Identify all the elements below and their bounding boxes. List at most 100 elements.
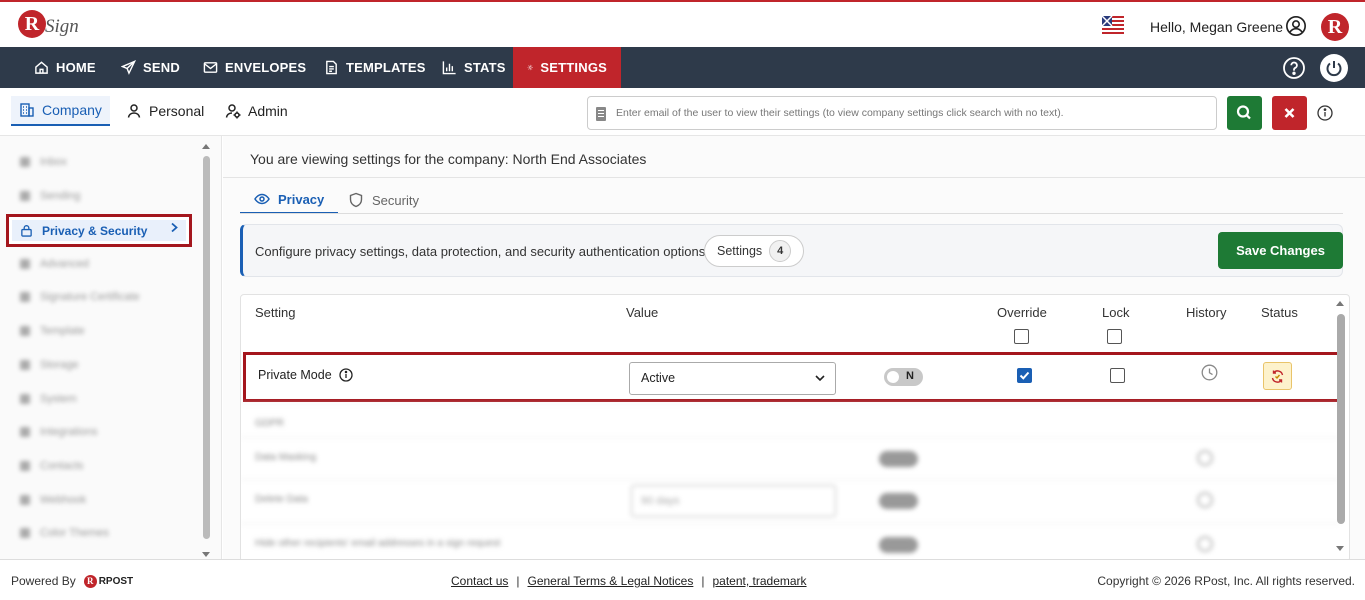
info-banner: Configure privacy settings, data protect… bbox=[240, 224, 1343, 277]
sidebar-scroll-thumb[interactable] bbox=[203, 156, 210, 539]
sidebar-item[interactable]: Template bbox=[20, 321, 85, 341]
document-icon bbox=[596, 107, 606, 121]
sidebar-item-label: Advanced bbox=[40, 258, 89, 270]
override-all-checkbox[interactable] bbox=[1014, 329, 1029, 344]
sidebar-item[interactable]: Storage bbox=[20, 355, 79, 375]
envelope-icon bbox=[203, 62, 218, 73]
help-icon[interactable] bbox=[1282, 56, 1306, 80]
sidebar-item-label: Integrations bbox=[40, 426, 98, 438]
setting-select[interactable]: 90 days bbox=[631, 485, 836, 517]
sidebar-item-label: Inbox bbox=[40, 156, 67, 168]
clock-icon[interactable] bbox=[1197, 536, 1213, 552]
rpost-logo-text: RPOST bbox=[98, 575, 134, 587]
footer: Powered By R RPOST Contact us | General … bbox=[0, 559, 1365, 600]
logo-text: Sign bbox=[45, 16, 79, 37]
sidebar-item[interactable]: Integrations bbox=[20, 422, 97, 442]
info-icon[interactable] bbox=[339, 368, 353, 382]
nav-send[interactable]: SEND bbox=[121, 47, 180, 88]
save-changes-button[interactable]: Save Changes bbox=[1218, 232, 1343, 269]
tab-admin[interactable]: Admin bbox=[217, 96, 296, 126]
sidebar-item[interactable]: Webhook bbox=[20, 490, 86, 510]
powered-by: Powered By R RPOST bbox=[11, 574, 133, 588]
building-icon bbox=[20, 103, 34, 117]
powered-by-label: Powered By bbox=[11, 574, 76, 588]
private-mode-select[interactable]: Active bbox=[629, 362, 836, 395]
tab-privacy[interactable]: Privacy bbox=[240, 186, 339, 214]
nav-stats[interactable]: STATS bbox=[442, 47, 506, 88]
sidebar-item[interactable]: Contacts bbox=[20, 456, 83, 476]
search-button[interactable] bbox=[1227, 96, 1262, 130]
status-button[interactable] bbox=[1263, 362, 1292, 390]
sidebar-item[interactable]: Advanced bbox=[20, 254, 89, 274]
sidebar-item[interactable]: Inbox bbox=[20, 152, 67, 172]
sidebar-item[interactable]: Sending bbox=[20, 186, 80, 206]
chevron-down-icon bbox=[815, 375, 825, 382]
setting-toggle[interactable] bbox=[879, 537, 918, 553]
user-profile-icon[interactable] bbox=[1285, 15, 1307, 37]
scroll-up-icon[interactable] bbox=[201, 141, 211, 151]
main-nav: HOME SEND ENVELOPES TEMPLATES STATS SETT… bbox=[0, 47, 1365, 88]
override-checkbox[interactable] bbox=[1017, 368, 1032, 383]
nav-settings[interactable]: SETTINGS bbox=[513, 47, 621, 88]
nav-envelopes[interactable]: ENVELOPES bbox=[203, 47, 306, 88]
settings-count-badge: 4 bbox=[769, 240, 792, 262]
tab-company[interactable]: Company bbox=[11, 96, 110, 126]
info-icon[interactable] bbox=[1317, 105, 1333, 121]
us-uk-flag-icon[interactable] bbox=[1102, 16, 1124, 36]
setting-toggle[interactable] bbox=[879, 493, 918, 509]
settings-count-pill[interactable]: Settings 4 bbox=[704, 235, 805, 267]
send-icon bbox=[121, 60, 136, 75]
logo-letter: R bbox=[18, 10, 46, 38]
rpost-logo[interactable]: R RPOST bbox=[83, 574, 134, 588]
tab-personal[interactable]: Personal bbox=[118, 96, 212, 126]
sidebar-item-label: Template bbox=[40, 325, 85, 337]
sync-icon bbox=[1271, 370, 1284, 383]
rsign-logo[interactable]: R Sign bbox=[18, 10, 80, 42]
table-scrollbar[interactable] bbox=[1335, 296, 1347, 559]
template-icon bbox=[326, 60, 337, 75]
setting-toggle[interactable] bbox=[879, 451, 918, 467]
user-search-field[interactable] bbox=[587, 96, 1217, 130]
table-row-private-mode: Private Mode Active N bbox=[243, 352, 1340, 402]
lock-checkbox[interactable] bbox=[1110, 368, 1125, 383]
sidebar-item-privacy-security[interactable]: Privacy & Security bbox=[6, 214, 192, 247]
avatar[interactable]: R bbox=[1321, 13, 1349, 41]
tab-company-label: Company bbox=[42, 102, 102, 118]
settings-sidebar: Inbox Sending Privacy & Security Advance… bbox=[0, 136, 222, 559]
sidebar-scrollbar[interactable] bbox=[201, 138, 211, 557]
sidebar-item-label: Contacts bbox=[40, 460, 84, 472]
lock-all-checkbox[interactable] bbox=[1107, 329, 1122, 344]
patent-trademark-link[interactable]: patent, trademark bbox=[712, 574, 806, 588]
setting-label: Hide other recipients' email addresses i… bbox=[255, 538, 501, 549]
clock-icon[interactable] bbox=[1201, 364, 1218, 381]
terms-link[interactable]: General Terms & Legal Notices bbox=[528, 574, 694, 588]
nav-stats-label: STATS bbox=[464, 60, 506, 75]
col-header-value: Value bbox=[626, 305, 659, 320]
sidebar-item[interactable]: Color Themes bbox=[20, 523, 109, 543]
sidebar-item[interactable]: Signature Certificate bbox=[20, 287, 140, 307]
setting-name: Private Mode bbox=[258, 368, 353, 382]
tab-personal-label: Personal bbox=[149, 103, 205, 119]
table-scroll-thumb[interactable] bbox=[1337, 314, 1345, 524]
scroll-down-icon[interactable] bbox=[1335, 544, 1345, 554]
user-greeting: Hello, Megan Greene bbox=[1150, 19, 1284, 35]
setting-label: Delete Data bbox=[255, 494, 308, 505]
scroll-up-icon[interactable] bbox=[1335, 298, 1345, 308]
info-text: Configure privacy settings, data protect… bbox=[255, 244, 709, 259]
check-icon bbox=[1019, 371, 1030, 380]
scroll-down-icon[interactable] bbox=[201, 550, 211, 559]
user-search-input[interactable] bbox=[616, 97, 1211, 129]
chevron-right-icon bbox=[171, 222, 178, 233]
contact-us-link[interactable]: Contact us bbox=[451, 574, 508, 588]
clock-icon[interactable] bbox=[1197, 450, 1213, 466]
sidebar-item[interactable]: System bbox=[20, 389, 77, 409]
private-mode-toggle[interactable]: N bbox=[884, 368, 923, 386]
tab-security[interactable]: Security bbox=[348, 186, 419, 214]
clock-icon[interactable] bbox=[1197, 492, 1213, 508]
nav-home[interactable]: HOME bbox=[34, 47, 96, 88]
lock-icon bbox=[21, 225, 32, 237]
nav-envelopes-label: ENVELOPES bbox=[225, 60, 307, 75]
clear-button[interactable] bbox=[1272, 96, 1307, 130]
power-button[interactable] bbox=[1320, 54, 1348, 82]
nav-templates[interactable]: TEMPLATES bbox=[324, 47, 426, 88]
